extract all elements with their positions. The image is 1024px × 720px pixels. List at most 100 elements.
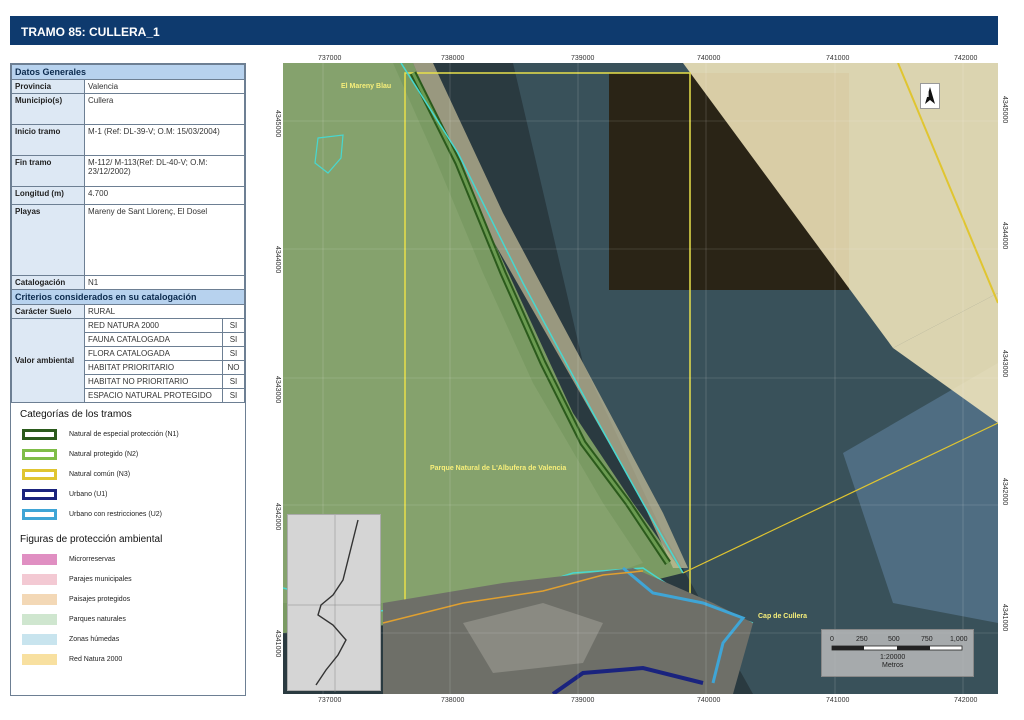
x-tick-top: 741000 (826, 55, 850, 62)
legend-swatch (22, 613, 57, 625)
criteria-item: FAUNA CATALOGADA (84, 332, 223, 347)
legend-label: Natural común (N3) (69, 470, 131, 478)
legend-item: Parques naturales (22, 609, 245, 629)
legend-tramos-title: Categorías de los tramos (20, 409, 132, 420)
legend-item: Urbano (U1) (22, 484, 245, 504)
criteria-item: HABITAT NO PRIORITARIO (84, 374, 223, 389)
legend-item: Paisajes protegidos (22, 589, 245, 609)
scale-tick: 0 (830, 636, 834, 643)
inset-coastline (288, 515, 382, 692)
x-tick-top: 742000 (954, 55, 978, 62)
legend-swatch (22, 448, 57, 460)
legend-figuras-title: Figuras de protección ambiental (20, 534, 163, 545)
y-tick-left: 4343000 (274, 376, 281, 404)
general-data-table: Datos Generales Provincia Valencia Munic… (11, 64, 245, 403)
row-label: Provincia (11, 79, 85, 94)
legend-item: Zonas húmedas (22, 629, 245, 649)
criteria-flag: SI (222, 388, 245, 403)
row-value: 4.700 (84, 186, 245, 205)
row-value: N1 (84, 275, 245, 290)
map-layers (283, 63, 998, 694)
legend-swatch (22, 633, 57, 645)
legend-item: Urbano con restricciones (U2) (22, 504, 245, 524)
legend-label: Natural protegido (N2) (69, 450, 139, 458)
row-value: M-112/ M-113(Ref: DL-40-V; O.M: 23/12/20… (84, 155, 245, 187)
cullera-cape-label: Cap de Cullera (758, 613, 808, 620)
scale-tick: 750 (921, 636, 933, 643)
row-value: Mareny de Sant Llorenç, El Dosel (84, 204, 245, 276)
y-tick-left: 4342000 (274, 503, 281, 531)
legend-item: Natural común (N3) (22, 464, 245, 484)
legend-item: Natural de especial protección (N1) (22, 424, 245, 444)
legend-swatch (22, 653, 57, 665)
row-label: Longitud (m) (11, 186, 85, 205)
y-tick-left: 4345000 (274, 110, 281, 138)
legend-swatch (22, 508, 57, 520)
x-tick-bottom: 742000 (954, 697, 978, 704)
x-tick-bottom: 737000 (318, 697, 342, 704)
criteria-item: RED NATURA 2000 (84, 318, 223, 333)
mareny-label: El Mareny Blau (341, 83, 392, 90)
criteria-header: Criterios considerados en su catalogació… (11, 289, 245, 305)
y-tick-right: 4342000 (1001, 478, 1008, 506)
legend-swatch (22, 428, 57, 440)
scale-tick: 500 (888, 636, 900, 643)
scale-tick: 250 (856, 636, 868, 643)
criteria-item: ESPACIO NATURAL PROTEGIDO (84, 388, 223, 403)
criteria-flag: NO (222, 360, 245, 375)
soil-value: RURAL (84, 304, 245, 319)
general-data-header: Datos Generales (11, 64, 245, 80)
x-tick-bottom: 741000 (826, 697, 850, 704)
legend-label: Zonas húmedas (69, 635, 120, 643)
criteria-flag: SI (222, 332, 245, 347)
criteria-item: FLORA CATALOGADA (84, 346, 223, 361)
legend-item: Parajes municipales (22, 569, 245, 589)
legend-figuras: Microrreservas Parajes municipales Paisa… (11, 549, 245, 669)
y-tick-right: 4343000 (1001, 350, 1008, 378)
legend-item: Natural protegido (N2) (22, 444, 245, 464)
legend-swatch (22, 573, 57, 585)
legend-label: Paisajes protegidos (69, 595, 131, 603)
y-tick-left: 4341000 (274, 630, 281, 658)
criteria-flag: SI (222, 346, 245, 361)
map-view[interactable]: El Mareny Blau Parque Natural de L'Albuf… (283, 63, 998, 694)
north-arrow: N (920, 83, 940, 109)
soil-label: Carácter Suelo (11, 304, 85, 319)
x-tick-top: 740000 (697, 55, 721, 62)
legend-swatch (22, 593, 57, 605)
criteria-flag: SI (222, 374, 245, 389)
row-value: Cullera (84, 93, 245, 125)
legend-label: Red Natura 2000 (69, 655, 123, 663)
legend-label: Parques naturales (69, 615, 126, 623)
legend-label: Natural de especial protección (N1) (69, 430, 179, 438)
scale-unit: Metros (882, 662, 904, 669)
legend-swatch (22, 488, 57, 500)
y-tick-right: 4345000 (1001, 96, 1008, 124)
north-label: N (924, 92, 930, 99)
albufera-label: Parque Natural de L'Albufera de Valencia (430, 465, 567, 472)
x-tick-top: 737000 (318, 55, 342, 62)
scale-tick: 1,000 (950, 636, 968, 643)
environment-label: Valor ambiental (11, 318, 85, 403)
criteria-item: HABITAT PRIORITARIO (84, 360, 223, 375)
x-tick-bottom: 740000 (697, 697, 721, 704)
row-label: Playas (11, 204, 85, 276)
x-tick-bottom: 738000 (441, 697, 465, 704)
legend-label: Parajes municipales (69, 575, 132, 583)
scale-bar: 0 250 500 750 1,000 1:20000 Metros (821, 629, 974, 677)
row-label: Catalogación (11, 275, 85, 290)
info-panel: Datos Generales Provincia Valencia Munic… (10, 63, 246, 696)
row-label: Inicio tramo (11, 124, 85, 156)
y-tick-left: 4344000 (274, 246, 281, 274)
legend-label: Urbano (U1) (69, 490, 108, 498)
criteria-flag: SI (222, 318, 245, 333)
location-inset-map (287, 514, 382, 692)
row-label: Fin tramo (11, 155, 85, 187)
legend-label: Microrreservas (69, 555, 116, 563)
x-tick-bottom: 739000 (571, 697, 595, 704)
x-tick-top: 739000 (571, 55, 595, 62)
legend-item: Microrreservas (22, 549, 245, 569)
row-label: Municipio(s) (11, 93, 85, 125)
x-tick-top: 738000 (441, 55, 465, 62)
page-title: TRAMO 85: CULLERA_1 (10, 16, 998, 45)
